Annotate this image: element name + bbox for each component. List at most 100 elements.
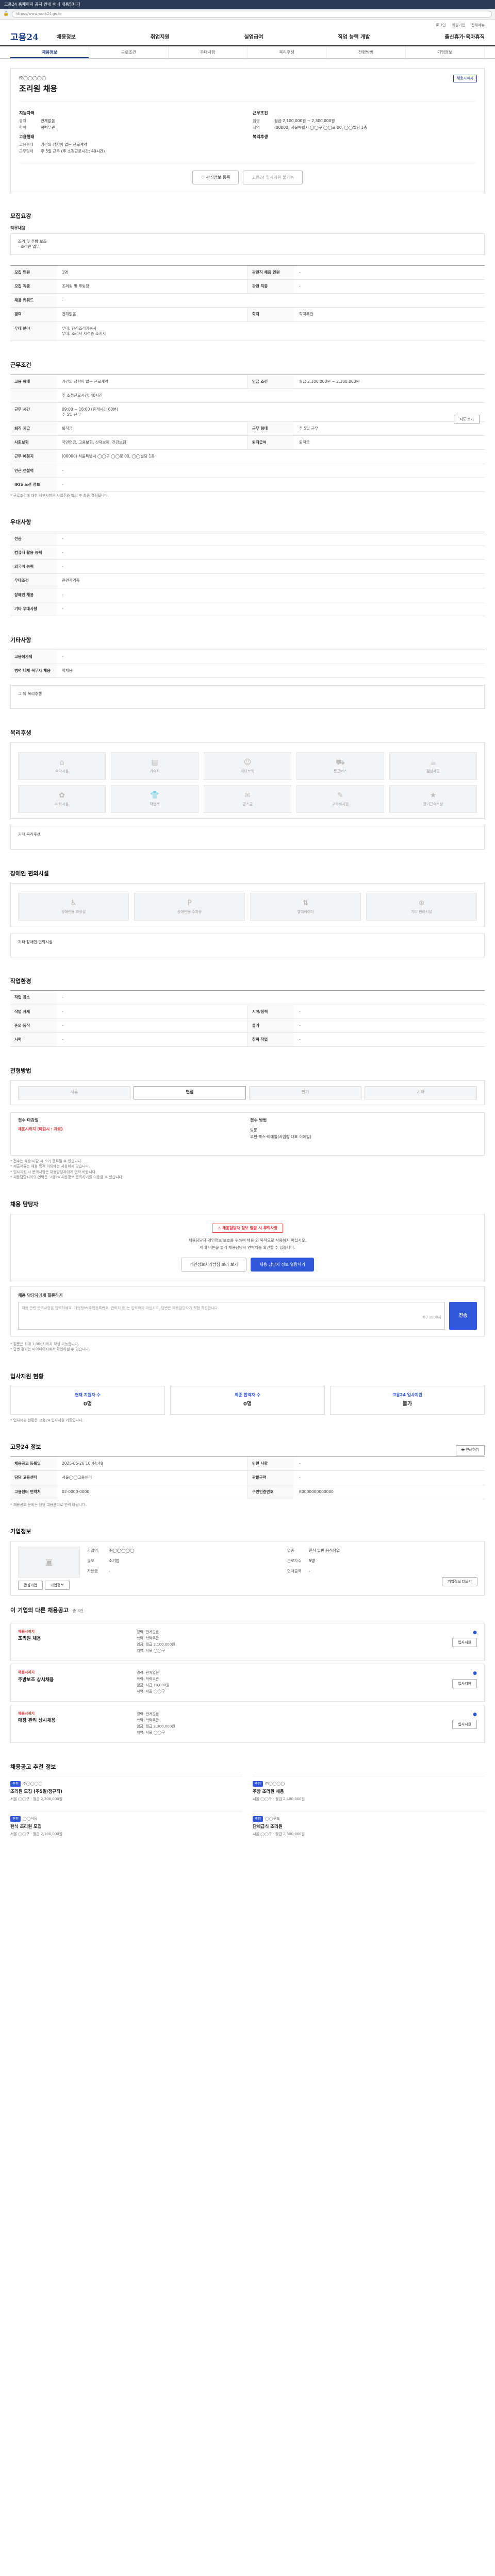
send-button[interactable]: 전송 (449, 1301, 477, 1330)
company-badge-icon: ● (473, 1712, 477, 1717)
recommend-grid: 추천 ㈜◯◯◯◯ 조리원 모집 (주5일/정규직) 서울 ◯◯구 · 월급 2,200… (10, 1776, 485, 1841)
other-jobs-list: 채용시까지 조리원 채용 경력: 관계없음 학력: 학력무관 임금: 월급 2,100,… (10, 1622, 485, 1743)
map-button[interactable]: 지도 보기 (454, 414, 480, 424)
job-title-link[interactable]: 주방보조 상시채용 (18, 1677, 131, 1683)
apply-button[interactable]: 고용24 입사지원 불가능 (243, 171, 303, 185)
job-apply-button[interactable]: 입사지원 (452, 1638, 477, 1648)
recommend-title[interactable]: 한식 조리원 모집 (10, 1824, 242, 1830)
company-name[interactable]: ㈜◯◯◯◯◯ (19, 76, 476, 81)
warning-badge: ⚠ 채용담당자 정보 열람 시 주의사항 (211, 1223, 284, 1233)
row-header: 경력 (10, 308, 57, 321)
recommend-company: ㈜◯◯◯◯ (265, 1782, 285, 1786)
tab-selection[interactable]: 전형방법 (326, 46, 406, 58)
section-title: 기업정보 (10, 1528, 31, 1535)
lock-icon: 🔒 (3, 11, 9, 17)
menu-benefit[interactable]: 실업급여 (244, 34, 263, 41)
facility-label: 엘리베이터 (297, 909, 314, 914)
section-title: 우대사항 (10, 519, 31, 526)
job-item[interactable]: 채용시까지 조리원 채용 경력: 관계없음 학력: 학력무관 임금: 월급 2,100,… (10, 1622, 485, 1661)
all-menu-link[interactable]: 전체메뉴 (471, 23, 485, 28)
row-value: - (62, 1037, 63, 1042)
save-interest-button[interactable]: ♡ 관심정보 등록 (192, 171, 239, 185)
warning-icon: ⚠ (217, 1225, 223, 1230)
recommend-title[interactable]: 조리원 모집 (주5일/정규직) (10, 1789, 242, 1795)
login-link[interactable]: 로그인 (436, 23, 446, 28)
row-value: - (62, 550, 63, 555)
row-value: - (299, 1009, 301, 1014)
privacy-policy-button[interactable]: 개인정보처리방침 보러 보기 (181, 1258, 247, 1272)
kv-value: (00000) 서울특별시 ◯◯구 ◯◯로 00, ◯◯빌딩 1층 (274, 125, 368, 130)
recommend-title[interactable]: 단체급식 조리원 (253, 1824, 485, 1830)
row-value: - (62, 592, 63, 597)
menu-training[interactable]: 직업 능력 개발 (338, 34, 370, 41)
company-badge-icon: ● (473, 1671, 477, 1676)
recommend-item[interactable]: 추천 ㈜◯◯◯◯ 주방 조리원 채용 서울 ◯◯구 · 월급 2,400,000원 (253, 1776, 485, 1806)
job-item[interactable]: 채용시까지 매장 관리 상시채용 경력: 관계없음 학력: 학력무관 임금: 월급 2,… (10, 1705, 485, 1743)
card-value: 0명 (243, 1401, 252, 1408)
recommend-head: 추천 ㈜◯◯◯◯ (10, 1781, 242, 1787)
row-spacer (271, 389, 485, 402)
recommend-item[interactable]: 추천 ◯◯식당 한식 조리원 모집 서울 ◯◯구 · 월급 2,100,000원 (10, 1811, 242, 1841)
job-apply-button[interactable]: 입사지원 (452, 1679, 477, 1688)
table-row: 컴퓨터 활용 능력 - (10, 546, 485, 561)
welfare-label: 통근버스 (334, 769, 347, 773)
job-item[interactable]: 채용시까지 주방보조 상시채용 경력: 관계없음 학력: 학력무관 임금: 시급 10,… (10, 1664, 485, 1702)
tab-recruit[interactable]: 채용정보 (10, 46, 90, 58)
company-info-button[interactable]: 기업정보 (44, 1581, 70, 1590)
selection-option-selected: 면접 (134, 1086, 246, 1099)
hired-count-card: 최종 합격자 수 0명 (170, 1385, 325, 1415)
row-value: 월급 2,100,000원 ~ 2,300,000원 (299, 379, 360, 384)
facility-icon: ⊕ (418, 899, 425, 907)
kv-key: 임금 (253, 118, 260, 123)
recommend-title[interactable]: 주방 조리원 채용 (253, 1789, 485, 1795)
box-label: 기타 복리후생 (18, 832, 41, 837)
row-header: 구인인증번호 (248, 1485, 294, 1499)
menu-jobs[interactable]: 채용정보 (57, 34, 76, 41)
job-detail: 학력: 학력무관 (137, 1636, 159, 1640)
row-value: - (299, 1037, 301, 1042)
kv-value: 월급 2,100,000원 ~ 2,300,000원 (274, 118, 335, 123)
company-section: 기업정보 ▣ 관심기업 기업정보 기업명 ㈜◯◯◯◯◯ 업종 한식 일반 음식점업 규모… (10, 1528, 485, 1596)
signup-link[interactable]: 회원가입 (452, 23, 465, 28)
job-title-link[interactable]: 매장 관리 상시채용 (18, 1718, 131, 1724)
job-detail: 학력: 학력무관 (137, 1677, 159, 1682)
table-row: 주 소정근로시간: 40시간 (10, 388, 485, 403)
kv-value: 주 5일 근무 (주 소정근로시간: 40시간) (41, 149, 105, 154)
logo[interactable]: 고용24 (10, 32, 57, 44)
job-title-link[interactable]: 조리원 채용 (18, 1636, 131, 1642)
job-head: 채용시까지 매장 관리 상시채용 (18, 1711, 131, 1736)
menu-support[interactable]: 취업지원 (151, 34, 170, 41)
environment-section: 작업환경 작업 장소 - 작업 자세 - 시야/청력 - 손의 동작 - 들기 - 시력 - 청력 작업… (10, 978, 485, 1047)
job-apply-button[interactable]: 입사지원 (452, 1720, 477, 1730)
table-row: 모집 인원 1명 관련직 채용 인원 - (10, 266, 485, 280)
tab-conditions[interactable]: 근로조건 (89, 46, 169, 58)
recommend-item[interactable]: 추천 ㈜◯◯◯◯ 조리원 모집 (주5일/정규직) 서울 ◯◯구 · 월급 2,200… (10, 1776, 242, 1806)
recruit-section: 모집요강 직무내용 조리 및 주방 보조 · 조리원 업무 모집 인원 1명 관련직… (10, 213, 485, 341)
kv-value: 기간의 정함이 없는 근로계약 (41, 142, 87, 147)
row-header: 들기 (248, 1019, 294, 1032)
recommend-head: 추천 ◯◯푸드 (253, 1816, 485, 1822)
detail-key: 업종 (287, 1548, 294, 1553)
facility-section: 장애인 편의시설 ♿ 장애인용 화장실 P 장애인용 주차장 ⇅ 엘리베이터 ⊕ 기타 편의시… (10, 870, 485, 957)
table-row: 기타 우대사항 - (10, 602, 485, 616)
welfare-item: ✉ 경조금 (204, 785, 291, 813)
url-field[interactable]: https://www.work24.go.kr (12, 11, 492, 18)
welfare-label: 미화시설 (55, 802, 69, 806)
recommend-item[interactable]: 추천 ◯◯푸드 단체급식 조리원 서울 ◯◯구 · 월급 2,300,000원 (253, 1811, 485, 1841)
menu-leave[interactable]: 출산휴가·육아휴직 (445, 34, 485, 41)
detail-value: 한식 일반 음식점업 (309, 1548, 340, 1553)
tab-company[interactable]: 기업정보 (406, 46, 485, 58)
section-title: 복리후생 (10, 729, 31, 736)
print-button[interactable]: 🖶 인쇄하기 (455, 1445, 485, 1455)
view-contact-button[interactable]: 채용 담당자 정보 열람하기 (251, 1258, 314, 1272)
tab-welfare[interactable]: 복리후생 (248, 46, 327, 58)
job-deadline-tag: 채용시까지 (18, 1629, 35, 1634)
inquiry-textarea[interactable]: 채용 관련 문의사항을 입력하세요. 개인정보(주민등록번호, 연락처 등)는 … (18, 1301, 445, 1330)
facility-grid: ♿ 장애인용 화장실 P 장애인용 주차장 ⇅ 엘리베이터 ⊕ 기타 편의시설 (18, 892, 477, 921)
company-detail: 기업명 ㈜◯◯◯◯◯ (87, 1548, 277, 1553)
kv-value: 학력무관 (41, 125, 55, 130)
tab-preference[interactable]: 우대사항 (169, 46, 248, 58)
favorite-company-button[interactable]: 관심기업 (18, 1581, 43, 1590)
company-more-button[interactable]: 기업정보 더보기 (441, 1577, 477, 1587)
welfare-icon: ☺ (243, 758, 252, 767)
